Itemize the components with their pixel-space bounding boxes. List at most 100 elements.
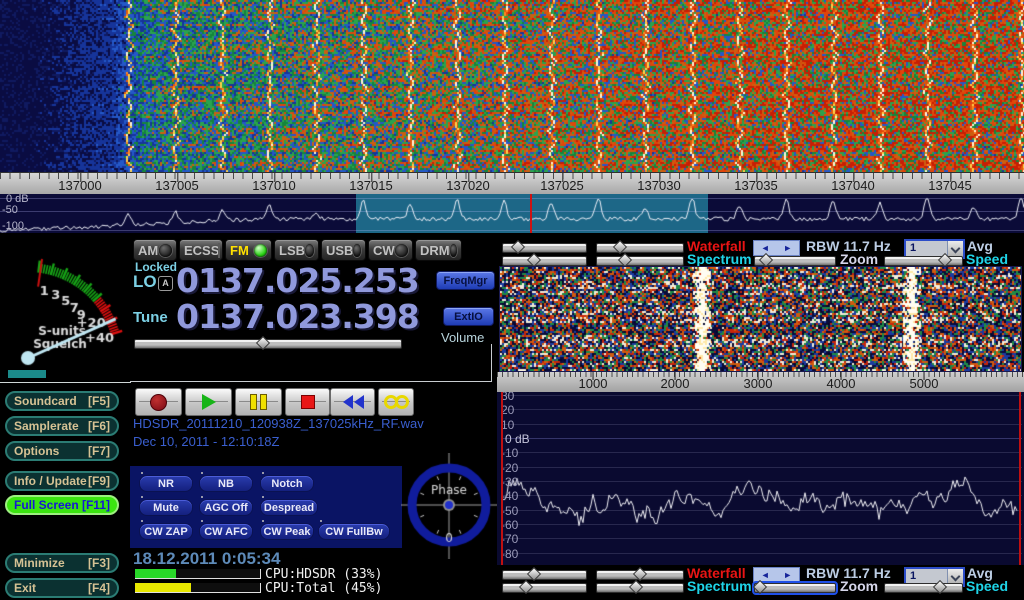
spectrum-lower-slider-2[interactable] bbox=[596, 583, 684, 593]
slider-thumb[interactable] bbox=[618, 253, 632, 267]
db-label: -60 bbox=[501, 519, 518, 531]
cpu-total-label: CPU:Total (45%) bbox=[265, 582, 382, 595]
mode-am-button[interactable]: AM bbox=[133, 239, 177, 261]
mode-label: AM bbox=[138, 243, 158, 258]
rf-waterfall-display[interactable] bbox=[0, 0, 1024, 172]
play-button[interactable] bbox=[185, 388, 232, 416]
lo-label: LO bbox=[133, 272, 157, 292]
options-button[interactable]: Options[F7] bbox=[5, 441, 119, 461]
lo-frequency-display[interactable]: 0137.025.253 bbox=[176, 264, 419, 297]
slider-thumb[interactable] bbox=[933, 580, 947, 594]
waterfall-upper-slider-2[interactable] bbox=[502, 570, 587, 580]
button-hotkey: [F4] bbox=[88, 581, 110, 595]
rf-spectrum-display[interactable]: 0 dB -50 -100 bbox=[0, 194, 1024, 233]
record-icon bbox=[150, 394, 167, 411]
slider-thumb[interactable] bbox=[256, 336, 270, 350]
spin-right-icon[interactable]: ► bbox=[783, 244, 792, 253]
rf-scale-tick: 137020 bbox=[446, 178, 489, 193]
tune-frequency-display[interactable]: 0137.023.398 bbox=[176, 300, 419, 333]
button-label: Info / Update bbox=[14, 474, 87, 488]
soundcard-button[interactable]: Soundcard[F5] bbox=[5, 391, 119, 411]
samplerate-button[interactable]: Samplerate[F6] bbox=[5, 416, 119, 436]
spin-right-icon[interactable]: ► bbox=[783, 571, 792, 580]
cw-zap-button[interactable]: CW ZAP bbox=[139, 523, 193, 540]
cw-peak-button[interactable]: CW Peak bbox=[260, 523, 314, 540]
stop-button[interactable] bbox=[285, 388, 330, 416]
waterfall-upper-slider[interactable] bbox=[502, 243, 587, 253]
waterfall-lower-slider-2[interactable] bbox=[596, 570, 684, 580]
audio-scale-tick: 4000 bbox=[827, 376, 856, 391]
record-button[interactable] bbox=[135, 388, 182, 416]
rf-scale-tick: 137035 bbox=[734, 178, 777, 193]
mode-usb-button[interactable]: USB bbox=[321, 239, 366, 261]
info-update-button[interactable]: Info / Update[F9] bbox=[5, 471, 119, 491]
cw-afc-button[interactable]: CW AFC bbox=[199, 523, 253, 540]
waterfall-shift-spinner[interactable]: ◄ ► bbox=[753, 240, 800, 256]
mute-button[interactable]: Mute bbox=[139, 499, 193, 516]
cpu-hdsdr-fill bbox=[135, 569, 176, 578]
slider-thumb[interactable] bbox=[753, 580, 767, 594]
slider-thumb[interactable] bbox=[613, 240, 627, 254]
audio-scale-tick: 5000 bbox=[910, 376, 939, 391]
slider-thumb[interactable] bbox=[511, 240, 525, 254]
despread-button[interactable]: Despread bbox=[260, 499, 318, 516]
speed-slider-2[interactable] bbox=[884, 583, 963, 593]
speed-slider[interactable] bbox=[884, 256, 963, 266]
volume-slider[interactable] bbox=[134, 339, 402, 349]
rf-scale-tick: 137010 bbox=[252, 178, 295, 193]
button-label: Full Screen bbox=[14, 498, 79, 512]
nr-button[interactable]: NR bbox=[139, 475, 193, 492]
pause-button[interactable] bbox=[235, 388, 282, 416]
rf-frequency-scale[interactable]: 137000 137005 137010 137015 137020 13702… bbox=[0, 172, 1024, 194]
db-label: -20 bbox=[501, 462, 518, 474]
slider-thumb[interactable] bbox=[629, 580, 643, 594]
slider-thumb[interactable] bbox=[527, 567, 541, 581]
cpu-hdsdr-bar bbox=[135, 569, 261, 579]
loop-icon bbox=[384, 395, 409, 409]
rf-scale-tick: 137030 bbox=[637, 178, 680, 193]
led-indicator-icon bbox=[254, 244, 267, 257]
mode-drm-button[interactable]: DRM bbox=[415, 239, 462, 261]
loop-button[interactable] bbox=[378, 388, 414, 416]
audio-spectrum-display[interactable]: 30 20 10 0 dB -10 -20 -30 -40 -50 -60 -7… bbox=[497, 392, 1024, 565]
mode-lsb-button[interactable]: LSB bbox=[274, 239, 319, 261]
cw-fullbw-button[interactable]: CW FullBw bbox=[318, 523, 390, 540]
mode-fm-button[interactable]: FM bbox=[225, 239, 272, 261]
zoom-slider-2[interactable] bbox=[754, 583, 836, 593]
slider-thumb[interactable] bbox=[759, 253, 773, 267]
zoom-slider[interactable] bbox=[754, 256, 836, 266]
spectrum-label-2: Spectrum bbox=[687, 579, 752, 593]
agc-button[interactable]: AGC Off bbox=[199, 499, 253, 516]
waterfall-lower-slider[interactable] bbox=[596, 243, 684, 253]
status-datetime: 18.12.2011 0:05:34 bbox=[133, 549, 280, 569]
db-label: -80 bbox=[501, 548, 518, 560]
audio-scale-tick: 3000 bbox=[744, 376, 773, 391]
freqmgr-button[interactable]: FreqMgr bbox=[436, 271, 495, 290]
mode-ecss-button[interactable]: ECSS bbox=[179, 239, 223, 261]
notch-button[interactable]: Notch bbox=[260, 475, 314, 492]
exit-button[interactable]: Exit[F4] bbox=[5, 578, 119, 598]
auto-lo-badge[interactable]: A bbox=[158, 276, 173, 291]
audio-frequency-scale[interactable]: 1000 2000 3000 4000 5000 bbox=[497, 372, 1024, 392]
extio-button[interactable]: ExtIO bbox=[443, 307, 494, 326]
spectrum-upper-slider[interactable] bbox=[502, 256, 587, 266]
db-label: -30 bbox=[501, 476, 518, 488]
spectrum-upper-slider-2[interactable] bbox=[502, 583, 587, 593]
tune-frequency-marker bbox=[530, 194, 532, 233]
spin-left-icon[interactable]: ◄ bbox=[761, 571, 770, 580]
mode-cw-button[interactable]: CW bbox=[368, 239, 413, 261]
led-indicator-icon bbox=[305, 244, 314, 257]
rewind-button[interactable] bbox=[330, 388, 375, 416]
spectrum-lower-slider[interactable] bbox=[596, 256, 684, 266]
full-screen-button[interactable]: Full Screen[F11] bbox=[5, 495, 119, 515]
squelch-slider[interactable] bbox=[8, 370, 46, 378]
cpu-total-fill bbox=[135, 583, 191, 592]
audio-waterfall-display[interactable] bbox=[500, 267, 1021, 371]
nb-button[interactable]: NB bbox=[199, 475, 253, 492]
minimize-button[interactable]: Minimize[F3] bbox=[5, 553, 119, 573]
slider-thumb[interactable] bbox=[519, 580, 533, 594]
dropdown-arrow-icon[interactable] bbox=[947, 241, 963, 257]
slider-thumb[interactable] bbox=[938, 253, 952, 267]
spin-left-icon[interactable]: ◄ bbox=[761, 244, 770, 253]
slider-thumb[interactable] bbox=[527, 253, 541, 267]
